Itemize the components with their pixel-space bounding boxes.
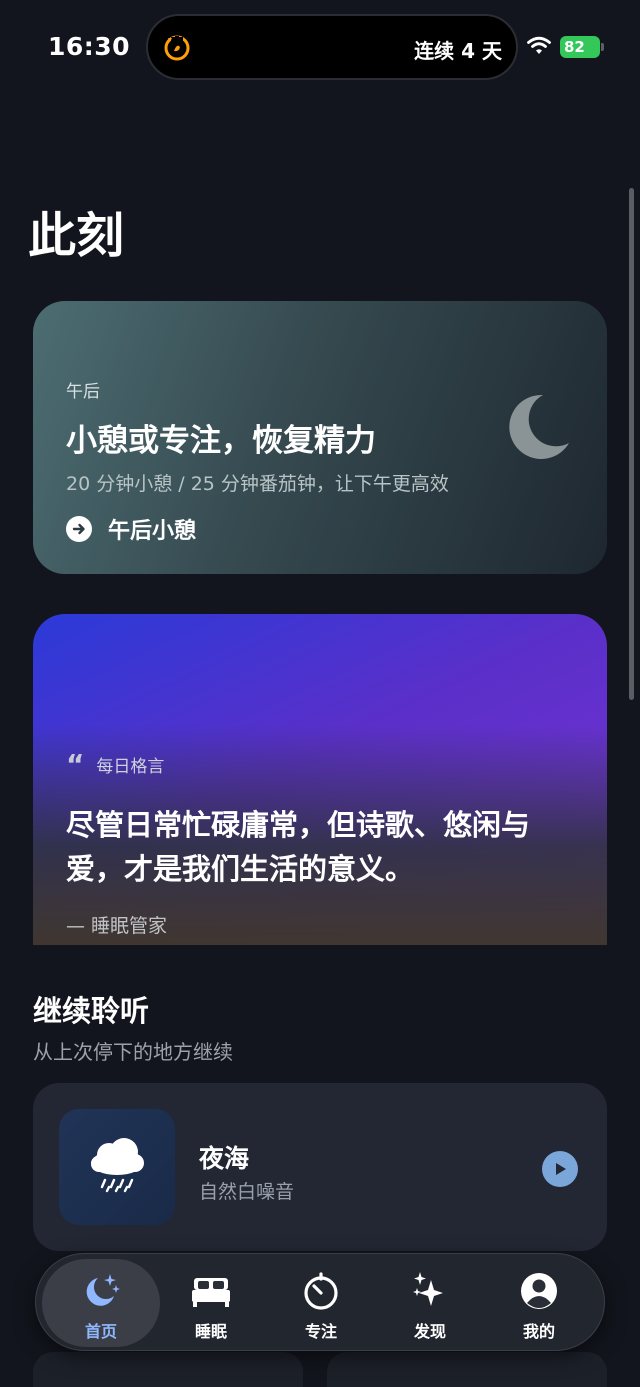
person-icon [521,1273,557,1309]
wifi-icon [527,36,551,54]
status-time: 16:30 [48,32,131,61]
next-card-peek-left [33,1352,303,1387]
arrow-right-icon [66,516,92,542]
moon-icon [509,394,569,459]
track-artwork [59,1109,175,1225]
now-card[interactable]: 午后 小憩或专注，恢复精力 20 分钟小憩 / 25 分钟番茄钟，让下午更高效 … [33,301,607,574]
tab-home-label: 首页 [84,1322,117,1341]
tab-profile[interactable]: 我的 [484,1254,594,1352]
now-card-title: 小憩或专注，恢复精力 [66,423,376,459]
tab-focus-label: 专注 [304,1322,337,1341]
timer-icon [304,1272,338,1310]
streak-count: 连续 4 天 [414,39,502,63]
continue-section-title: 继续聆听 [33,994,150,1028]
tab-home[interactable]: 首页 [42,1259,160,1347]
play-icon [556,1163,566,1175]
streak-icon [164,35,190,61]
play-button[interactable] [542,1151,578,1187]
tab-bar: 首页 睡眠 专注 发现 我的 [35,1253,605,1351]
tab-discover[interactable]: 发现 [375,1254,485,1352]
quote-tag-label: 每日格言 [96,757,165,777]
continue-track-card[interactable]: 夜海 自然白噪音 [33,1083,607,1251]
scrollbar[interactable] [629,188,634,700]
battery-level: 82 [564,38,585,56]
track-title: 夜海 [199,1144,250,1173]
quote-card[interactable]: “ 每日格言 尽管日常忙碌庸常，但诗歌、悠闲与爱，才是我们生活的意义。 — 睡眠… [33,614,607,945]
tab-focus[interactable]: 专注 [266,1254,376,1352]
next-card-peek-right [327,1352,607,1387]
track-category: 自然白噪音 [199,1181,295,1203]
now-card-subtitle: 20 分钟小憩 / 25 分钟番茄钟，让下午更高效 [66,473,449,495]
moon-stars-icon [86,1274,120,1306]
tab-sleep[interactable]: 睡眠 [156,1254,266,1352]
quote-mark-icon: “ [66,747,85,781]
nap-action-button[interactable]: 午后小憩 [66,513,196,545]
dynamic-island[interactable]: 连续 4 天 [146,14,518,80]
rain-cloud-icon [91,1138,144,1193]
sparkles-icon [413,1272,443,1306]
tab-discover-label: 发现 [413,1322,446,1341]
nap-action-label: 午后小憩 [108,519,197,544]
continue-section-subtitle: 从上次停下的地方继续 [33,1040,233,1064]
quote-tag: “ 每日格言 [66,747,574,781]
period-label: 午后 [66,382,100,402]
quote-text: 尽管日常忙碌庸常，但诗歌、悠闲与爱，才是我们生活的意义。 [66,808,531,886]
battery-indicator: 82 [560,36,604,58]
page-title: 此刻 [28,208,125,264]
tab-profile-label: 我的 [522,1322,555,1341]
bed-icon [192,1278,230,1307]
tab-sleep-label: 睡眠 [194,1322,227,1341]
quote-author: — 睡眠管家 [66,915,168,937]
